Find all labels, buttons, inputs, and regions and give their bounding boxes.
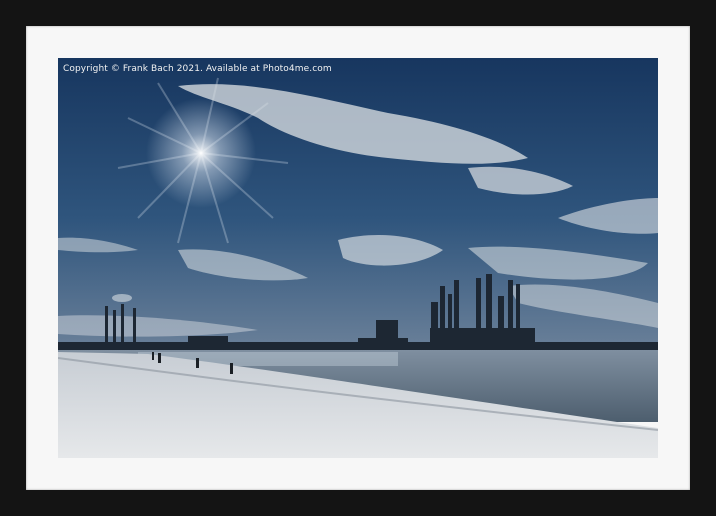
smoke-plume <box>112 294 132 302</box>
photo-illustration <box>58 58 658 458</box>
sun <box>146 98 256 208</box>
framed-photo[interactable]: Copyright © Frank Bach 2021. Available a… <box>58 58 658 458</box>
copyright-watermark: Copyright © Frank Bach 2021. Available a… <box>63 64 332 74</box>
picture-frame: Copyright © Frank Bach 2021. Available a… <box>0 0 716 516</box>
